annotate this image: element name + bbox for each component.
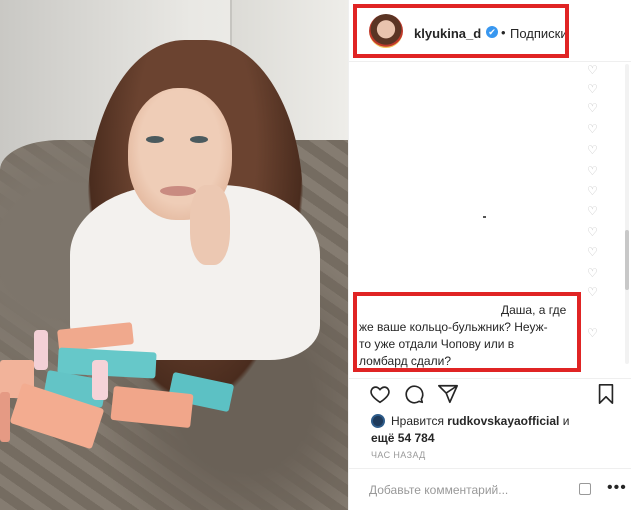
- comment-like-heart-icon[interactable]: ♡: [587, 64, 599, 76]
- comments-scroll-thumb[interactable]: [625, 230, 629, 290]
- comment-like-heart-icon[interactable]: ♡: [587, 205, 599, 217]
- comment-like-heart-icon[interactable]: ♡: [587, 246, 599, 258]
- likes-and: и: [562, 414, 570, 428]
- post-timestamp[interactable]: ЧАС НАЗАД: [371, 450, 426, 460]
- comments-scrollbar[interactable]: [625, 64, 629, 364]
- comment-icon[interactable]: [403, 383, 425, 405]
- polish-bottle: [92, 360, 108, 400]
- product-box: [0, 392, 10, 442]
- stray-dot: [483, 216, 486, 218]
- emoji-icon[interactable]: [579, 483, 591, 495]
- post-sidebar: klyukina_d ✔ • Подписки ♡ ♡ ♡ ♡ ♡ ♡ ♡ ♡ …: [348, 0, 631, 510]
- comment-like-heart-icon[interactable]: ♡: [587, 286, 599, 298]
- photo-lips: [160, 186, 196, 196]
- comment-like-heart-icon[interactable]: ♡: [587, 267, 599, 279]
- share-icon[interactable]: [437, 383, 459, 405]
- post-actions: [349, 378, 631, 408]
- likes-summary: Нравится rudkovskayaofficial и ещё 54 78…: [371, 413, 611, 447]
- highlight-frame-comment: [353, 292, 581, 372]
- photo-eye-left: [146, 136, 164, 143]
- more-options-icon[interactable]: •••: [607, 479, 627, 497]
- comment-like-heart-icon[interactable]: ♡: [587, 185, 599, 197]
- likes-prefix: Нравится: [391, 414, 444, 428]
- comment-like-heart-icon[interactable]: ♡: [587, 165, 599, 177]
- comment-like-heart-icon[interactable]: ♡: [587, 83, 599, 95]
- polish-bottle: [34, 330, 48, 370]
- photo-hand: [190, 185, 230, 265]
- highlight-frame-header: [353, 4, 569, 58]
- add-comment-bar: Добавьте комментарий... •••: [349, 468, 631, 510]
- comment-like-heart-icon[interactable]: ♡: [587, 102, 599, 114]
- bookmark-icon[interactable]: [595, 383, 617, 405]
- comment-like-heart-icon[interactable]: ♡: [587, 226, 599, 238]
- photo-eye-right: [190, 136, 208, 143]
- comment-like-heart-icon[interactable]: ♡: [587, 144, 599, 156]
- heart-icon[interactable]: [369, 383, 391, 405]
- liker-link[interactable]: rudkovskayaofficial: [447, 414, 559, 428]
- add-comment-input[interactable]: Добавьте комментарий...: [369, 483, 508, 497]
- post-photo[interactable]: [0, 0, 348, 510]
- likes-count-link[interactable]: ещё 54 784: [371, 431, 435, 445]
- comment-like-heart-icon[interactable]: ♡: [587, 327, 599, 339]
- comment-like-heart-icon[interactable]: ♡: [587, 123, 599, 135]
